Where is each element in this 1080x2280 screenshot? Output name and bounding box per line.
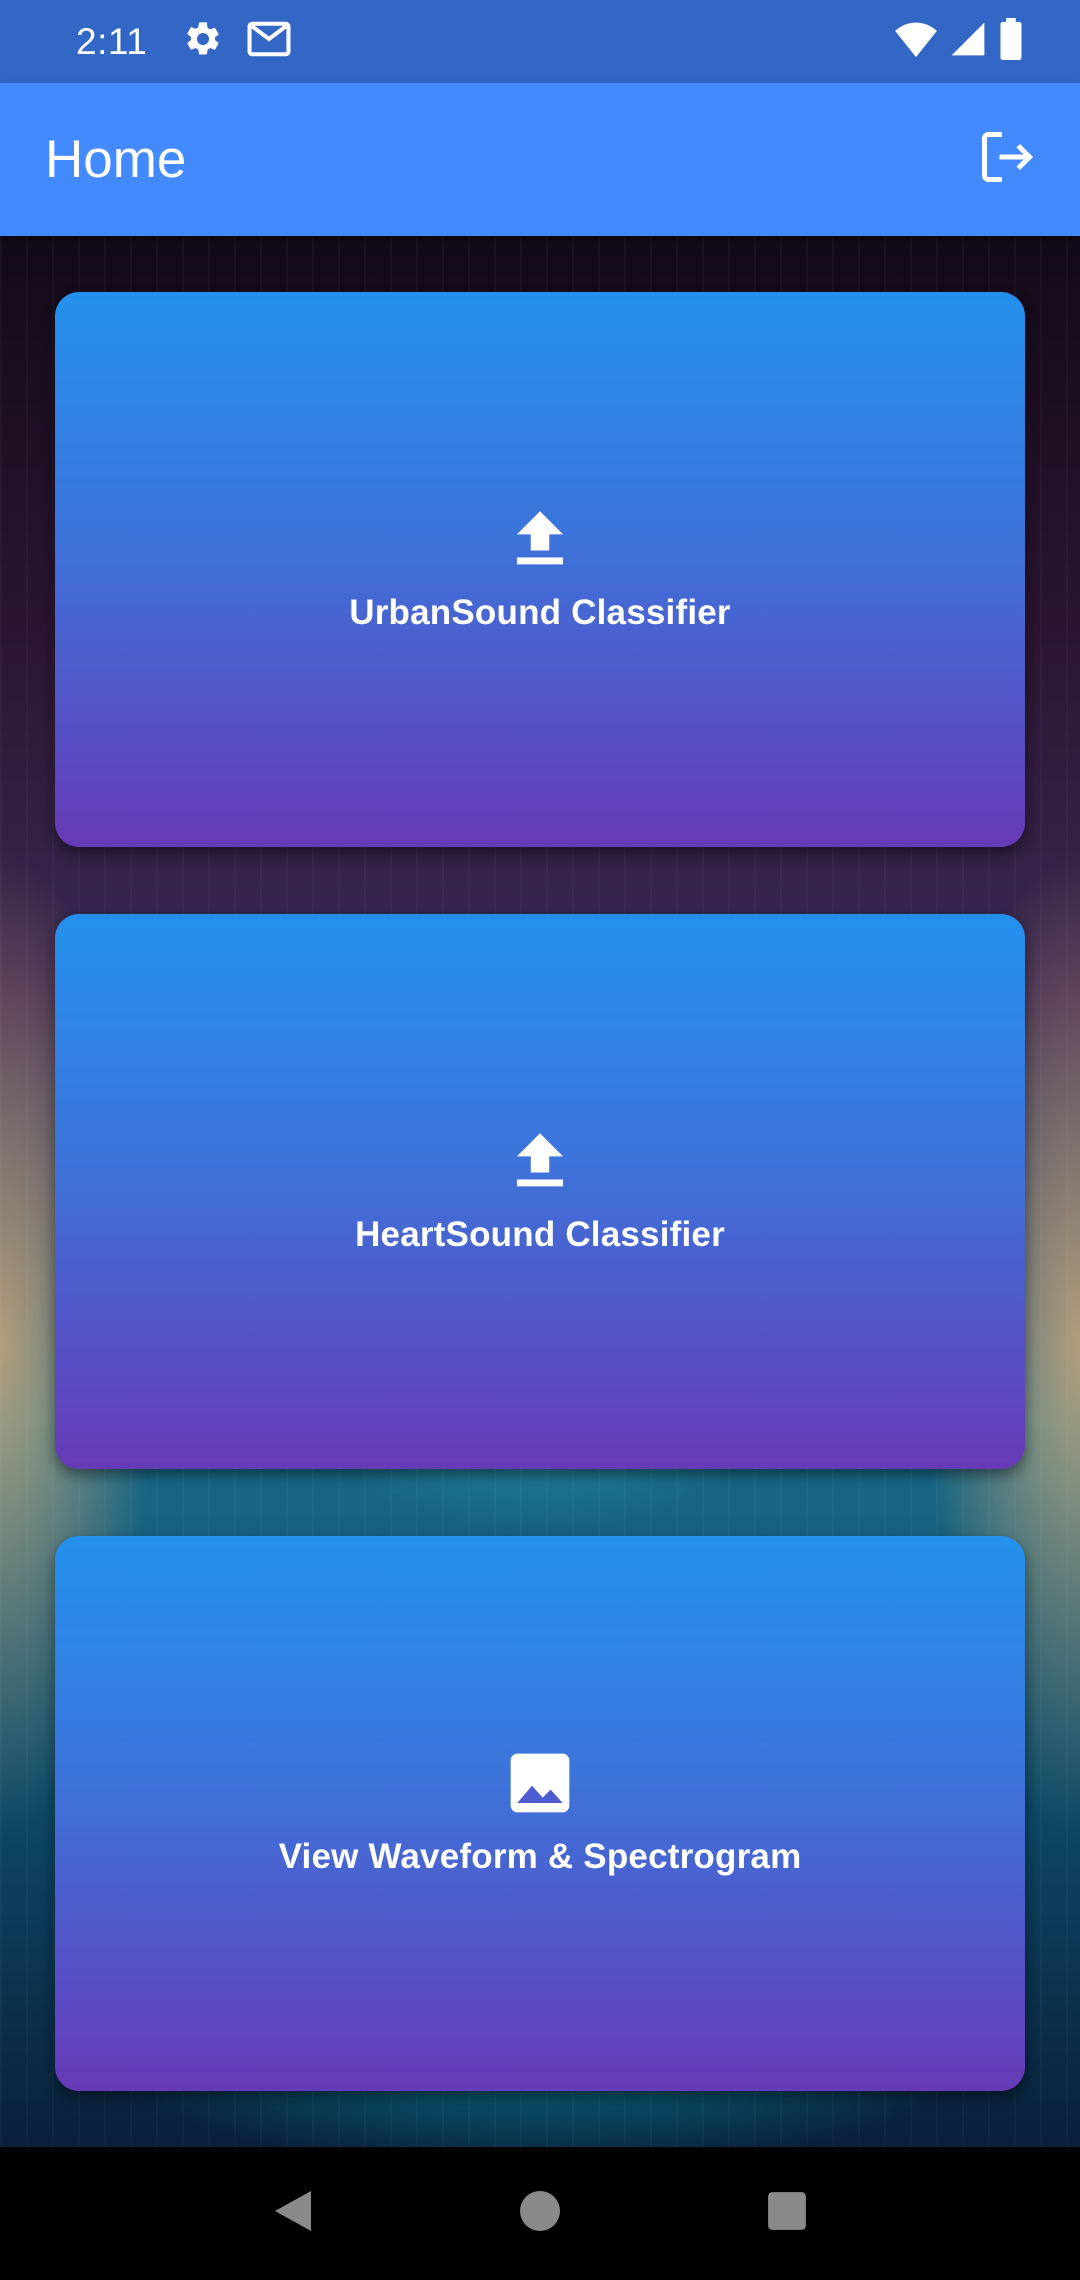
logout-button[interactable] bbox=[972, 125, 1042, 195]
home-icon bbox=[518, 2189, 562, 2238]
page-title: Home bbox=[45, 130, 187, 189]
recents-icon bbox=[766, 2190, 808, 2237]
heartsound-classifier-card[interactable]: HeartSound Classifier bbox=[55, 914, 1025, 1469]
status-left-icons bbox=[183, 19, 291, 64]
back-button[interactable] bbox=[253, 2174, 333, 2254]
status-right-icons bbox=[894, 18, 1024, 65]
screen: 2:11 Home UrbanSound Classifier HeartSou… bbox=[0, 0, 1080, 2280]
logout-icon bbox=[977, 127, 1037, 192]
upload-icon bbox=[508, 507, 572, 571]
card-label: HeartSound Classifier bbox=[355, 1214, 725, 1254]
urbansound-classifier-card[interactable]: UrbanSound Classifier bbox=[55, 292, 1025, 847]
recents-button[interactable] bbox=[747, 2174, 827, 2254]
home-button[interactable] bbox=[500, 2174, 580, 2254]
app-bar: Home bbox=[0, 83, 1080, 236]
back-icon bbox=[271, 2187, 315, 2240]
battery-icon bbox=[998, 18, 1024, 65]
navigation-bar bbox=[0, 2147, 1080, 2280]
gear-icon bbox=[183, 19, 223, 64]
status-time: 2:11 bbox=[76, 20, 148, 62]
card-label: View Waveform & Spectrogram bbox=[278, 1836, 802, 1876]
gmail-icon bbox=[247, 19, 291, 64]
upload-icon bbox=[508, 1129, 572, 1193]
waveform-spectrogram-card[interactable]: View Waveform & Spectrogram bbox=[55, 1536, 1025, 2091]
card-label: UrbanSound Classifier bbox=[349, 592, 731, 632]
wifi-icon bbox=[894, 19, 938, 64]
image-icon bbox=[508, 1751, 572, 1815]
home-content: UrbanSound Classifier HeartSound Classif… bbox=[0, 236, 1080, 2147]
signal-icon bbox=[950, 19, 986, 64]
status-bar: 2:11 bbox=[0, 0, 1080, 83]
